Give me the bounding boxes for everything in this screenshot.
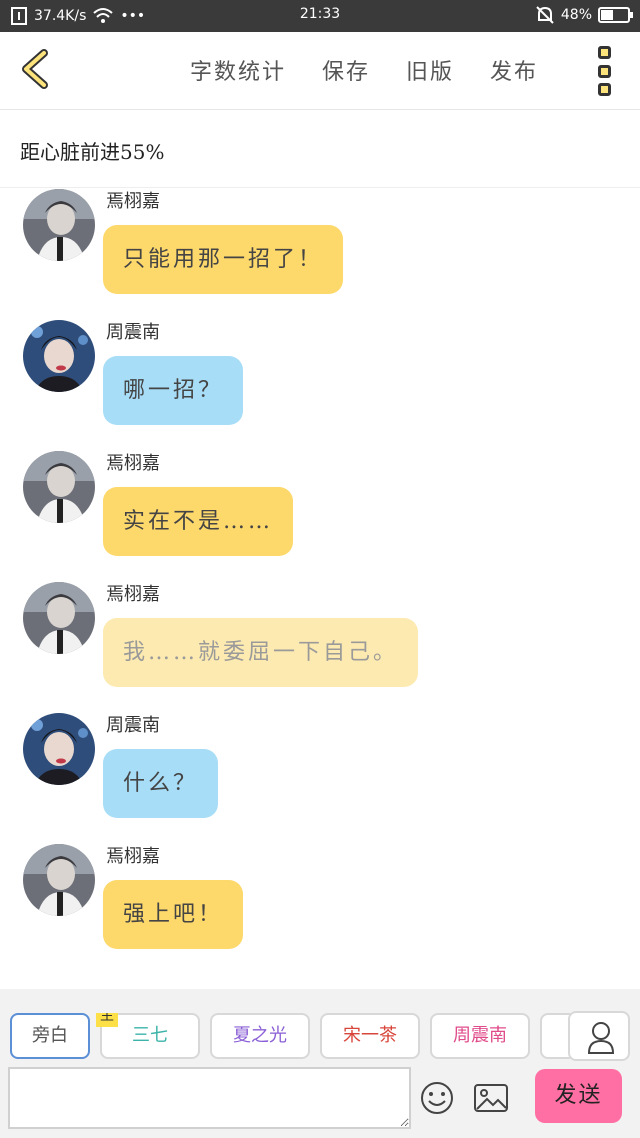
role-chip[interactable]: 旁白 bbox=[10, 1013, 90, 1059]
role-chip[interactable]: 夏之光 bbox=[210, 1013, 310, 1059]
message-row: 焉栩嘉强上吧！ bbox=[0, 844, 640, 975]
back-chevron-icon[interactable] bbox=[14, 47, 58, 91]
speaker-name: 周震南 bbox=[106, 322, 160, 343]
mute-bell-icon bbox=[536, 6, 554, 24]
role-chip-label: 夏之光 bbox=[233, 1025, 287, 1046]
role-chip-label: 周震南 bbox=[453, 1025, 507, 1046]
speaker-name: 周震南 bbox=[106, 715, 160, 736]
old-version-button[interactable]: 旧版 bbox=[406, 54, 454, 86]
speaker-name: 焉栩嘉 bbox=[106, 846, 160, 867]
publish-button[interactable]: 发布 bbox=[490, 54, 538, 86]
message-bubble[interactable]: 哪一招？ bbox=[103, 356, 244, 425]
battery-icon bbox=[598, 7, 633, 23]
message-row: 周震南哪一招？ bbox=[0, 320, 640, 451]
more-menu-icon[interactable] bbox=[598, 46, 614, 96]
story-title: 距心脏前进55% bbox=[20, 140, 165, 164]
role-chip-label: 三七 bbox=[132, 1025, 168, 1046]
send-button[interactable]: 发送 bbox=[535, 1069, 622, 1123]
toolbar-menu: 字数统计 保存 旧版 发布 bbox=[190, 54, 538, 86]
save-button[interactable]: 保存 bbox=[322, 54, 370, 86]
message-bubble[interactable]: 强上吧！ bbox=[103, 880, 244, 949]
speaker-name: 焉栩嘉 bbox=[106, 453, 160, 474]
main-role-badge: 主 bbox=[96, 1013, 118, 1027]
status-bar: 37.4K/s ••• 21:33 48% bbox=[0, 0, 640, 32]
message-bubble[interactable]: 我……就委屈一下自己。 bbox=[103, 618, 419, 687]
speaker-name: 焉栩嘉 bbox=[106, 584, 160, 605]
avatar[interactable] bbox=[23, 582, 95, 654]
role-chip[interactable]: 周震南 bbox=[430, 1013, 530, 1059]
message-row: 焉栩嘉实在不是…… bbox=[0, 451, 640, 582]
compose-panel: 旁白 主三七 夏之光 宋一茶 周震南 何洛 发送 bbox=[0, 989, 640, 1138]
role-chip-label: 宋一茶 bbox=[343, 1025, 397, 1046]
role-chip-label: 旁白 bbox=[32, 1025, 68, 1046]
user-icon bbox=[587, 1022, 615, 1054]
message-bubble[interactable]: 什么？ bbox=[103, 749, 219, 818]
message-row: 焉栩嘉我……就委屈一下自己。 bbox=[0, 582, 640, 713]
top-toolbar: 字数统计 保存 旧版 发布 bbox=[0, 32, 640, 110]
avatar[interactable] bbox=[23, 451, 95, 523]
emoji-icon[interactable] bbox=[420, 1081, 454, 1115]
word-count-button[interactable]: 字数统计 bbox=[190, 54, 286, 86]
avatar[interactable] bbox=[23, 320, 95, 392]
message-bubble[interactable]: 实在不是…… bbox=[103, 487, 294, 556]
role-selector: 旁白 主三七 夏之光 宋一茶 周震南 何洛 bbox=[10, 1013, 570, 1061]
avatar[interactable] bbox=[23, 844, 95, 916]
story-title-bar[interactable]: 距心脏前进55% bbox=[0, 110, 640, 188]
add-role-button[interactable] bbox=[568, 1011, 630, 1061]
message-row: 焉栩嘉只能用那一招了！ bbox=[0, 189, 640, 320]
message-row: 周震南什么？ bbox=[0, 713, 640, 844]
avatar[interactable] bbox=[23, 713, 95, 785]
message-input[interactable] bbox=[8, 1067, 411, 1129]
message-list[interactable]: 焉栩嘉 只能用那一招了！ 周震南 哪一招？ 焉栩嘉 实在不是…… 焉栩嘉 我……就委屈一下自己… bbox=[0, 189, 640, 989]
message-bubble[interactable]: 只能用那一招了！ bbox=[103, 225, 344, 294]
role-chip[interactable]: 主三七 bbox=[96, 1013, 200, 1059]
image-icon[interactable] bbox=[473, 1083, 509, 1113]
avatar[interactable] bbox=[23, 189, 95, 261]
role-chip[interactable]: 宋一茶 bbox=[320, 1013, 420, 1059]
battery-percent: 48% bbox=[560, 7, 592, 23]
speaker-name: 焉栩嘉 bbox=[106, 191, 160, 212]
role-chip[interactable]: 何洛 bbox=[540, 1013, 570, 1059]
